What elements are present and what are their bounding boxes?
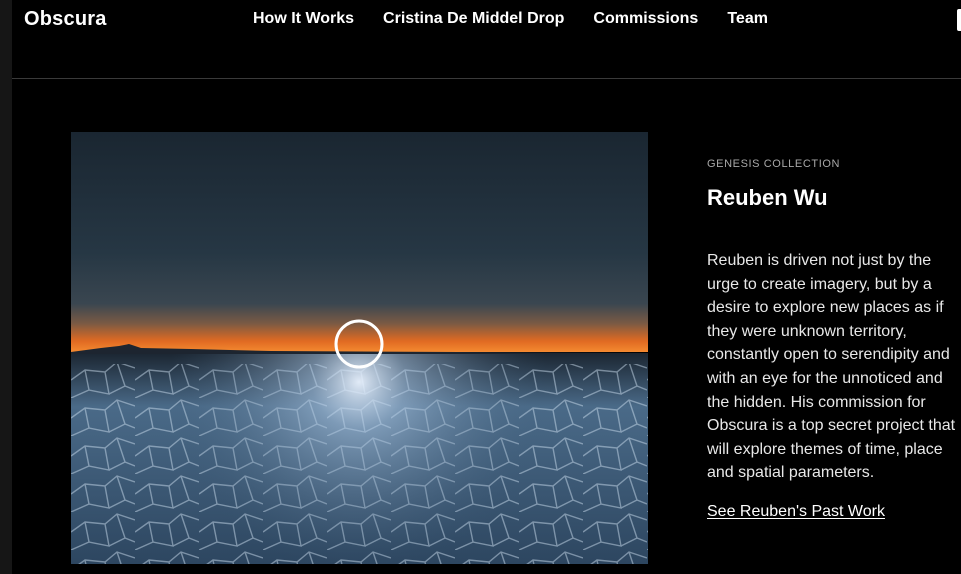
salt-flat-light-ring-photo bbox=[71, 132, 648, 564]
nav-how-it-works[interactable]: How It Works bbox=[253, 10, 354, 28]
nav-cristina-de-middel-drop[interactable]: Cristina De Middel Drop bbox=[383, 10, 564, 28]
artist-name: Reuben Wu bbox=[707, 185, 828, 210]
artwork-image bbox=[71, 132, 648, 564]
main-nav: How It Works Cristina De Middel Drop Com… bbox=[253, 10, 768, 28]
site-logo[interactable]: Obscura bbox=[24, 8, 107, 31]
nav-commissions[interactable]: Commissions bbox=[593, 10, 698, 28]
header-edge-button[interactable] bbox=[957, 9, 961, 31]
left-gutter bbox=[0, 0, 12, 574]
artist-details: GENESIS COLLECTION Reuben Wu Reuben is d… bbox=[707, 157, 961, 521]
header-divider bbox=[12, 78, 961, 79]
see-past-work-link[interactable]: See Reuben's Past Work bbox=[707, 503, 885, 521]
artist-bio: Reuben is driven not just by the urge to… bbox=[707, 252, 956, 482]
nav-team[interactable]: Team bbox=[727, 10, 768, 28]
collection-label: GENESIS COLLECTION bbox=[707, 158, 841, 170]
page: Obscura How It Works Cristina De Middel … bbox=[0, 0, 961, 574]
